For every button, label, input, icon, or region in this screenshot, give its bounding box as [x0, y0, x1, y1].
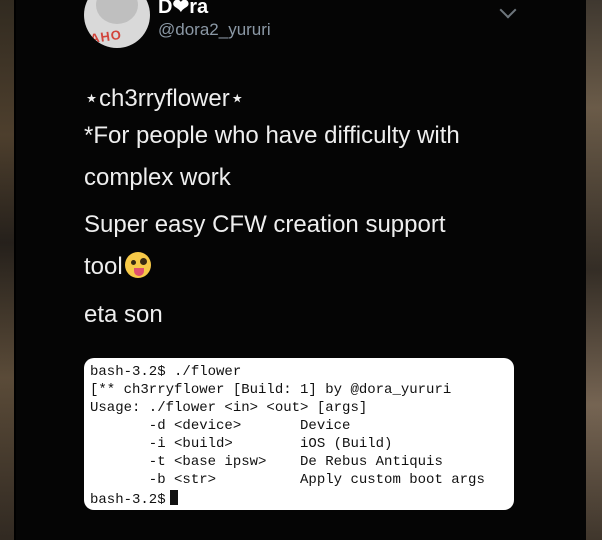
- user-handle[interactable]: @dora2_yururi: [158, 20, 271, 40]
- terminal-line: -i <build> iOS (Build): [90, 436, 393, 452]
- terminal-line: bash-3.2$ ./flower: [90, 364, 242, 380]
- zany-face-emoji-icon: [124, 252, 151, 278]
- terminal-line: -d <device> Device: [90, 418, 351, 434]
- tweet-card: AHO D❤ra @dora2_yururi ⋆ch3rryflower⋆ *F…: [16, 0, 586, 540]
- chevron-down-icon[interactable]: [499, 1, 517, 19]
- terminal-prompt-line: bash-3.2$: [90, 490, 178, 508]
- tweet-line: complex work: [84, 164, 231, 191]
- avatar[interactable]: AHO: [84, 0, 150, 48]
- background-photo-left: [0, 0, 14, 540]
- terminal-line: -b <str> Apply custom boot args: [90, 472, 485, 488]
- tweet-line-with-emoji: tool: [84, 252, 151, 281]
- tweet-line: tool: [84, 253, 123, 280]
- terminal-line: -t <base ipsw> De Rebus Antiquis: [90, 454, 443, 470]
- terminal-cursor: [169, 490, 178, 505]
- terminal-screenshot: bash-3.2$ ./flower [** ch3rryflower [Bui…: [84, 358, 514, 510]
- avatar-figure: [96, 0, 138, 24]
- tweet-line-title: ⋆ch3rryflower⋆: [84, 85, 245, 112]
- tweet-line: *For people who have difficulty with: [84, 122, 460, 149]
- terminal-prompt: bash-3.2$: [90, 492, 166, 508]
- display-name[interactable]: D❤ra: [158, 0, 208, 19]
- terminal-line: Usage: ./flower <in> <out> [args]: [90, 400, 368, 416]
- avatar-caption: AHO: [89, 26, 123, 47]
- tweet-line: Super easy CFW creation support: [84, 211, 446, 238]
- terminal-line: [** ch3rryflower [Build: 1] by @dora_yur…: [90, 382, 452, 398]
- background-photo-right: [586, 0, 602, 540]
- tweet-line: eta son: [84, 301, 163, 328]
